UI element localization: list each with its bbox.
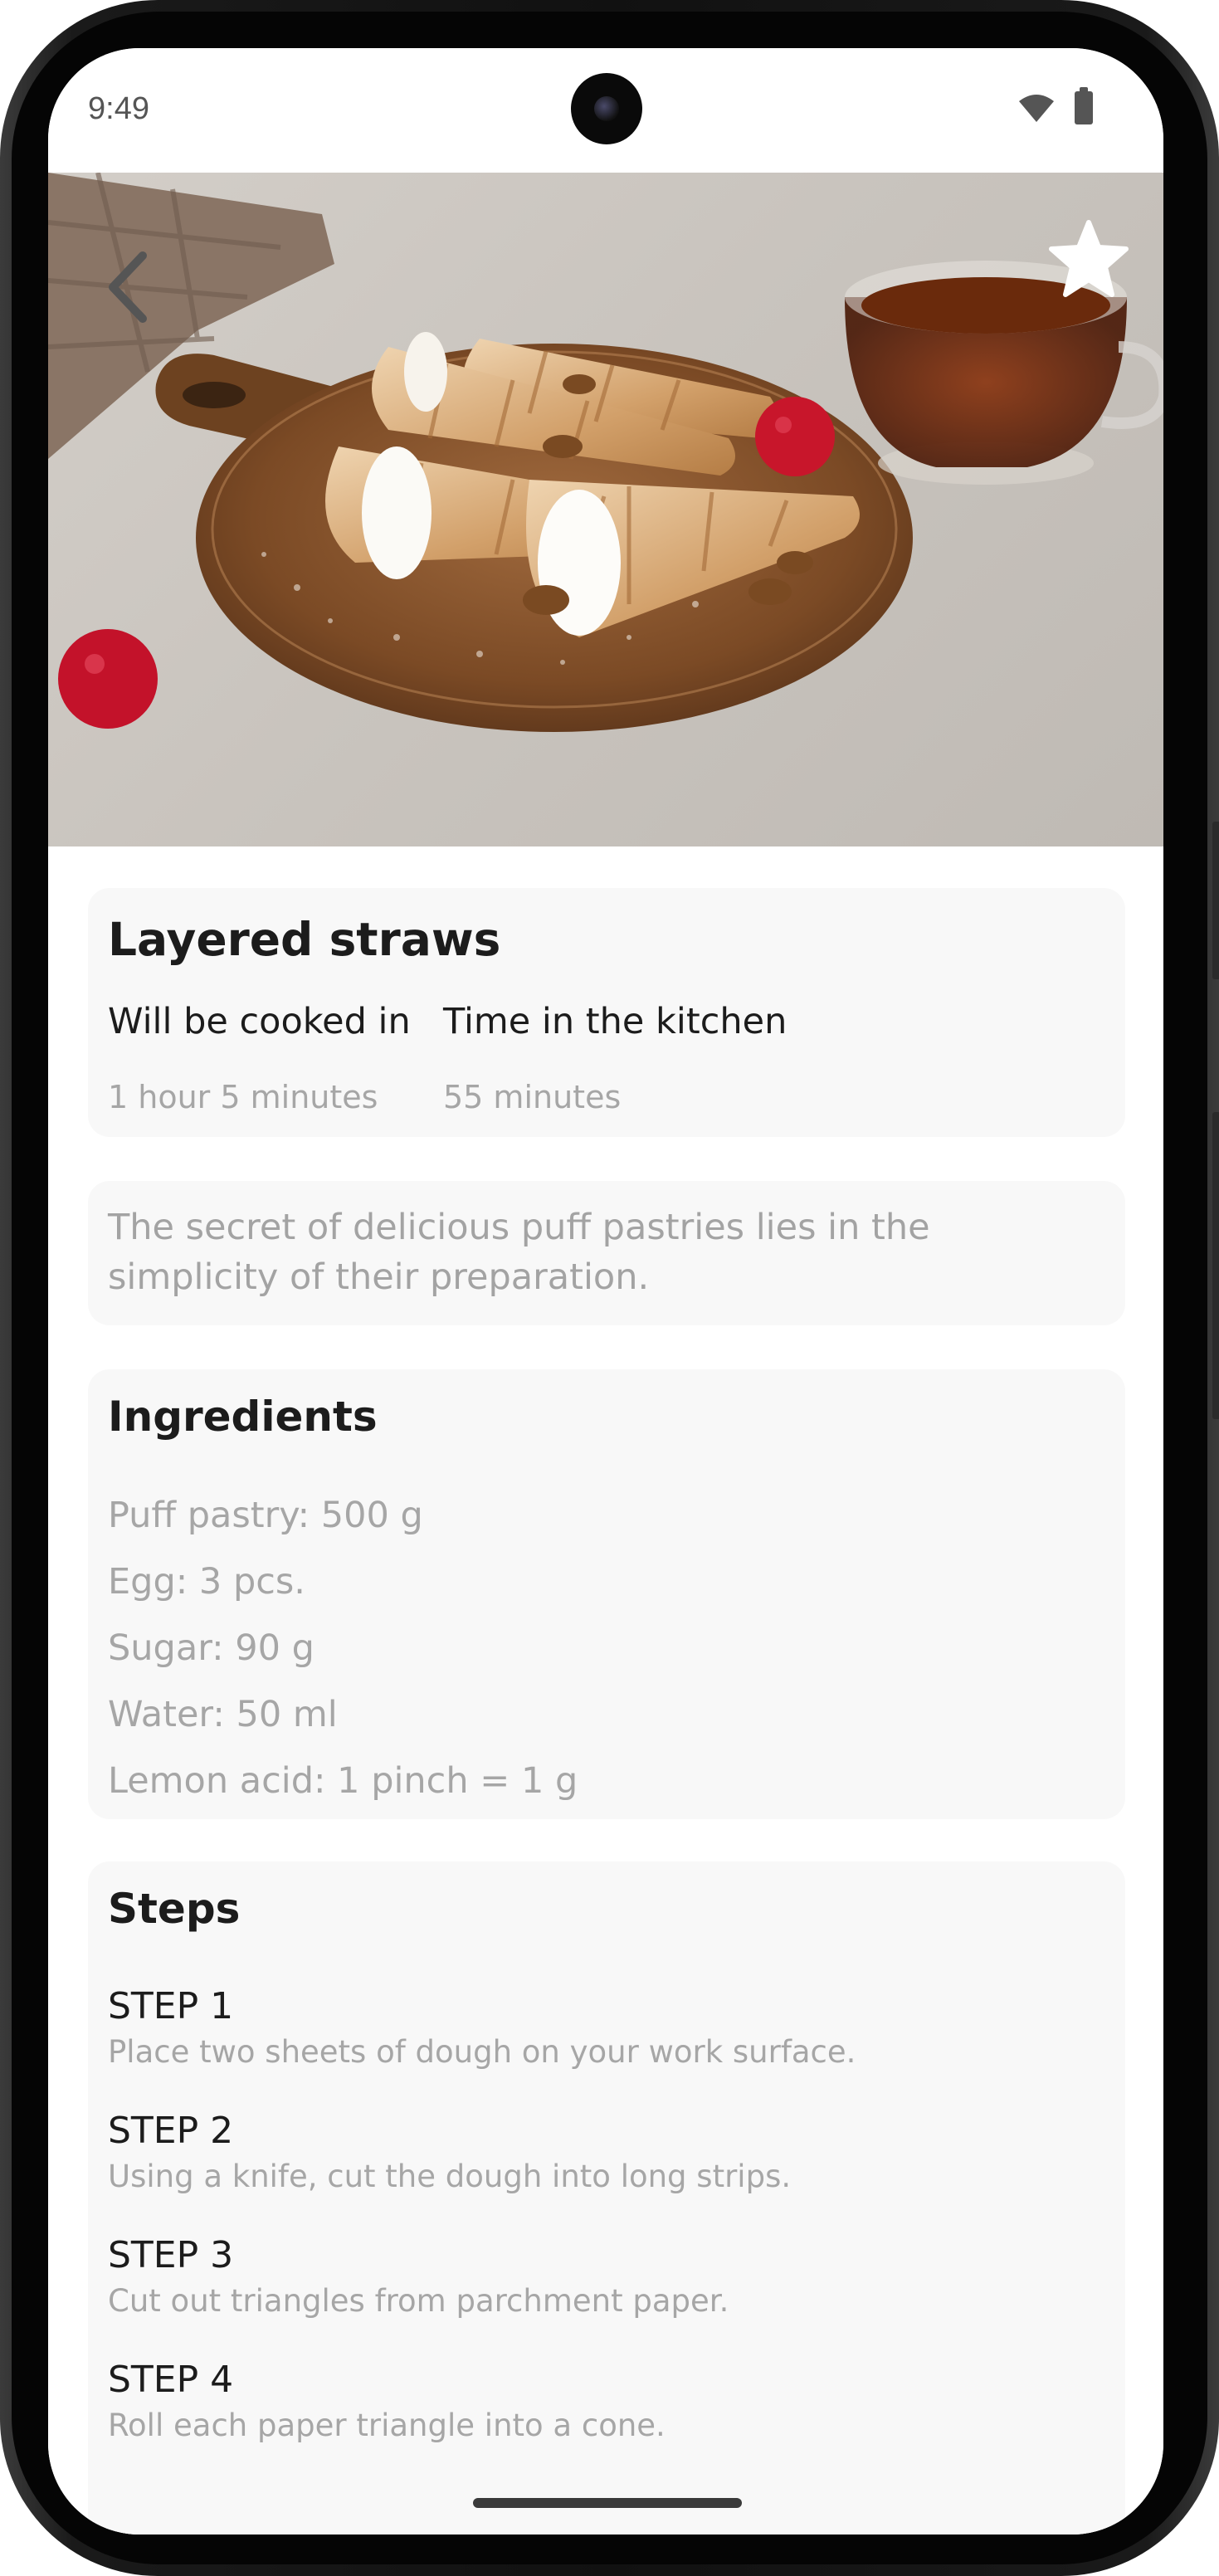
chevron-left-icon: [109, 251, 147, 323]
ingredient-item: Puff pastry: 500 g: [108, 1495, 423, 1536]
step-text: Using a knife, cut the dough into long s…: [108, 2159, 792, 2194]
ingredient-item: Egg: 3 pcs.: [108, 1561, 305, 1603]
power-button: [1212, 1112, 1219, 1419]
recipe-content: Layered straws Will be cooked in 1 hour …: [48, 846, 1163, 2535]
recipe-description: The secret of delicious puff pastries li…: [108, 1207, 930, 1298]
steps-title: Steps: [108, 1885, 241, 1933]
favorite-button[interactable]: [1047, 217, 1130, 300]
description-card: The secret of delicious puff pastries li…: [88, 1181, 1125, 1325]
step-title: STEP 4: [108, 2359, 234, 2401]
ingredients-card: Ingredients Puff pastry: 500 g Egg: 3 pc…: [88, 1369, 1125, 1819]
step-item: STEP 2 Using a knife, cut the dough into…: [108, 2109, 791, 2200]
pastry-photo: [48, 173, 1163, 732]
ingredients-list: Puff pastry: 500 g Egg: 3 pcs. Sugar: 90…: [108, 1482, 578, 1814]
recipe-hero-image: [48, 173, 1163, 846]
home-indicator[interactable]: [473, 2498, 742, 2508]
front-camera: [571, 73, 642, 144]
volume-button: [1212, 822, 1219, 979]
step-title: STEP 3: [108, 2234, 234, 2276]
recipe-summary-card: Layered straws Will be cooked in 1 hour …: [88, 888, 1125, 1137]
cook-time-value: 1 hour 5 minutes: [108, 1079, 378, 1115]
step-text: Roll each paper triangle into a cone.: [108, 2408, 666, 2443]
app-screen: 9:49 Layered straws Will be cooked in 1 …: [48, 48, 1163, 2535]
cook-time-label: Will be cooked in: [108, 1001, 411, 1042]
ingredient-item: Sugar: 90 g: [108, 1627, 315, 1669]
battery-icon: [1075, 87, 1093, 124]
steps-card: Steps STEP 1 Place two sheets of dough o…: [88, 1861, 1125, 2535]
step-title: STEP 1: [108, 1985, 234, 2027]
kitchen-time-label: Time in the kitchen: [443, 1001, 787, 1042]
step-item: STEP 3 Cut out triangles from parchment …: [108, 2233, 729, 2325]
ingredients-title: Ingredients: [108, 1393, 378, 1441]
recipe-title: Layered straws: [108, 913, 501, 966]
back-button[interactable]: [98, 246, 156, 329]
step-title: STEP 2: [108, 2110, 234, 2152]
phone-frame: 9:49 Layered straws Will be cooked in 1 …: [0, 0, 1219, 2576]
ingredient-item: Water: 50 ml: [108, 1694, 338, 1735]
step-item: STEP 4 Roll each paper triangle into a c…: [108, 2358, 666, 2449]
status-bar: 9:49: [48, 48, 1163, 173]
ingredient-item: Lemon acid: 1 pinch = 1 g: [108, 1760, 578, 1802]
step-text: Place two sheets of dough on your work s…: [108, 2034, 856, 2070]
status-time: 9:49: [88, 91, 149, 126]
kitchen-time-value: 55 minutes: [443, 1079, 622, 1115]
step-text: Cut out triangles from parchment paper.: [108, 2283, 729, 2319]
step-item: STEP 1 Place two sheets of dough on your…: [108, 1984, 856, 2076]
star-icon: [1049, 220, 1129, 297]
wifi-icon: [1019, 95, 1054, 122]
